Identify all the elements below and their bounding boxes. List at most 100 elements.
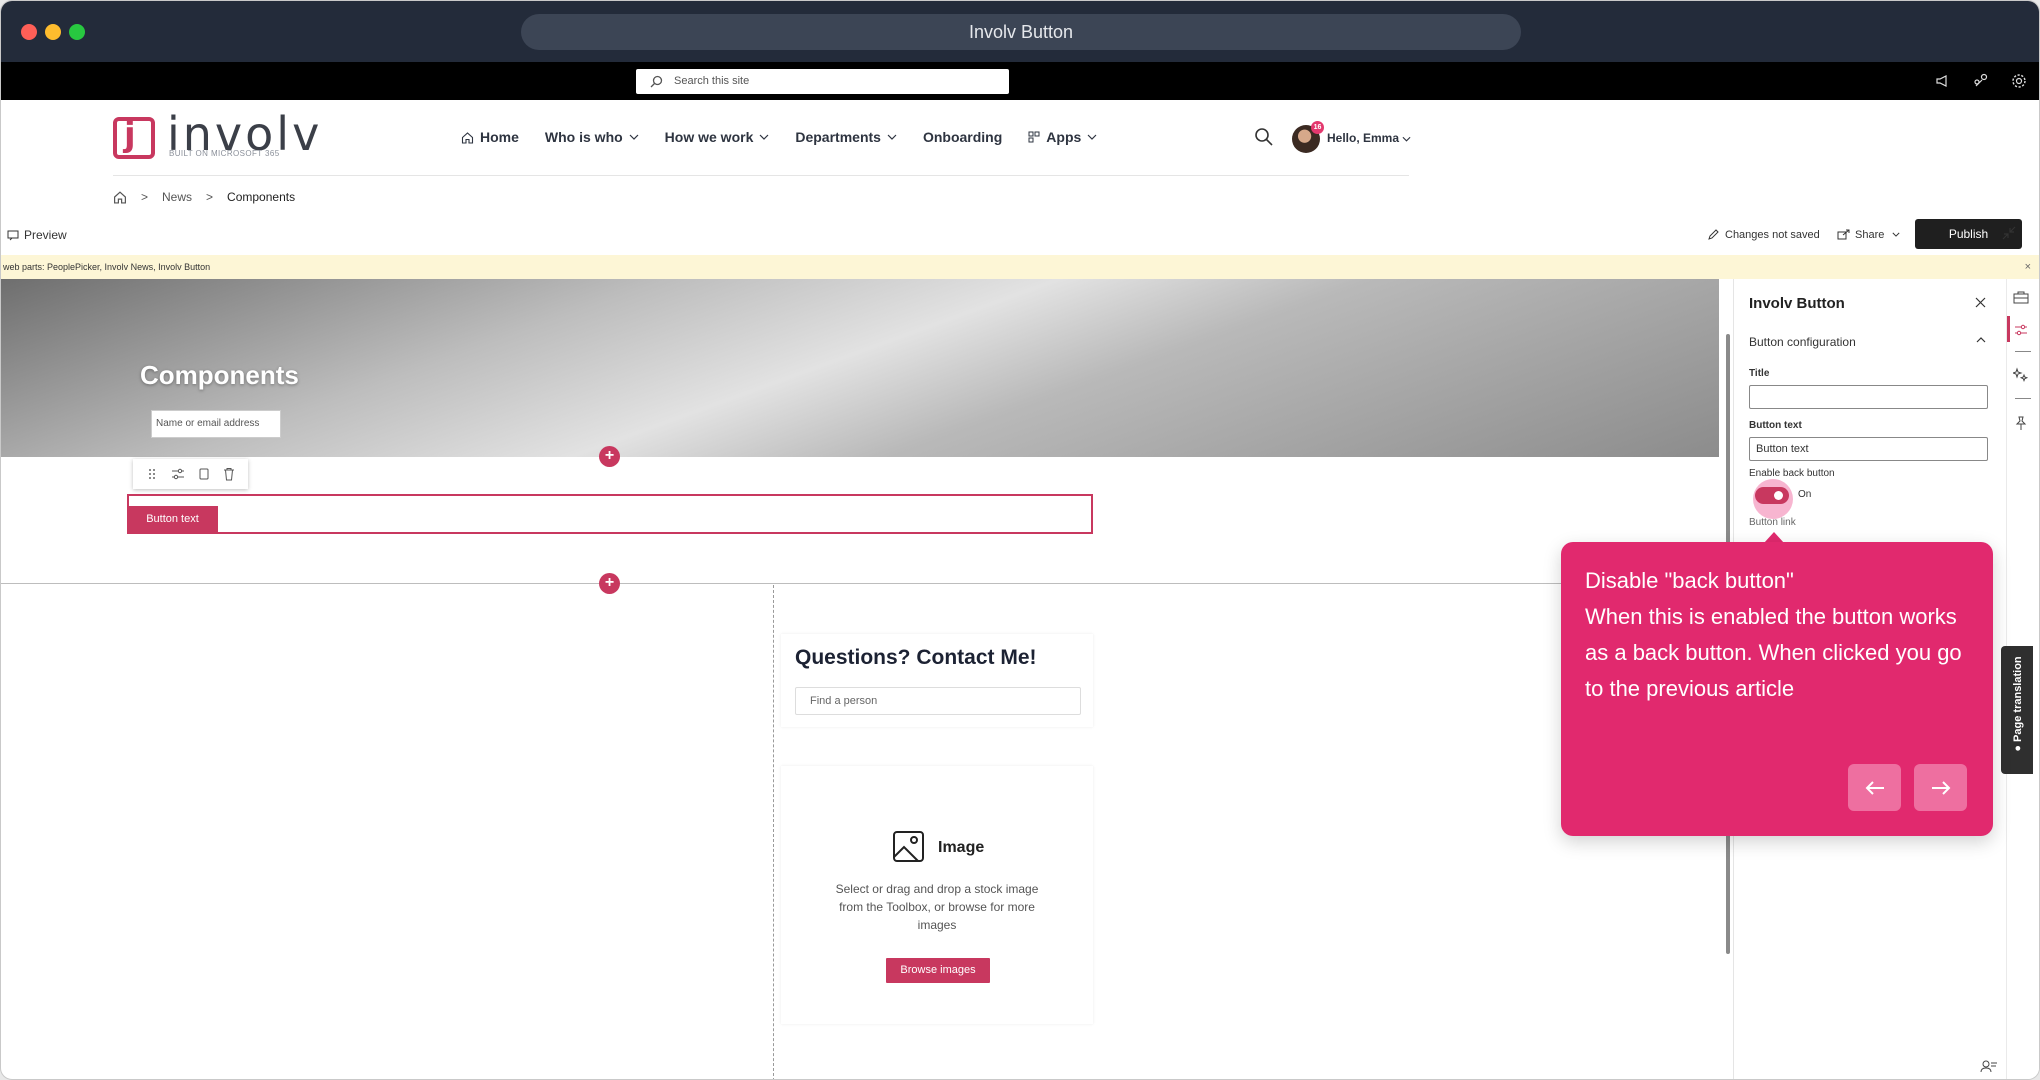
tooltip-next-button[interactable] [1914,764,1967,811]
tooltip-previous-button[interactable] [1848,764,1901,811]
chevron-down-icon [629,134,639,140]
find-person-input[interactable]: Find a person [795,687,1081,715]
warning-close-button[interactable]: × [2025,255,2031,279]
breadcrumb-separator: > [141,190,149,204]
duplicate-icon[interactable] [198,467,210,481]
people-picker-input[interactable]: Name or email address [151,410,281,438]
close-window-button[interactable] [21,24,37,40]
page-translation-text: Page translation [2012,656,2024,742]
enable-back-button-toggle[interactable] [1755,487,1789,504]
enable-back-button-label: Enable back button [1749,468,1835,479]
title-field-label: Title [1749,368,1770,379]
design-ideas-icon[interactable] [2013,367,2029,383]
pencil-icon [1708,229,1719,240]
feedback-icon[interactable] [1980,1059,1998,1073]
tooltip-text-line1: Disable "back button" [1585,568,1794,593]
page-title[interactable]: Components [140,360,299,391]
nav-item-departments[interactable]: Departments [795,129,897,145]
add-section-button[interactable]: + [599,573,620,594]
toolbox-icon[interactable] [2013,290,2029,304]
notification-badge: 16 [1311,121,1324,134]
title-bar: Involv Button [1,1,2039,62]
nav-item-apps[interactable]: Apps [1028,129,1097,145]
involv-button[interactable]: Button text [127,506,218,533]
button-webpart-frame[interactable] [127,494,1093,534]
toggle-knob [1774,491,1783,500]
image-icon [893,831,924,862]
section-divider [1,583,1561,584]
megaphone-icon[interactable] [1935,73,1951,89]
nav-label: Apps [1046,129,1082,145]
edit-properties-icon[interactable] [171,467,185,481]
home-icon [461,131,474,144]
image-webpart-title: Image [938,839,985,856]
globe-icon: ● [2012,745,2024,752]
button-text-field[interactable]: Button text [1749,437,1988,461]
nav-label: Who is who [544,129,623,145]
chevron-down-icon [887,134,897,140]
drag-handle-icon[interactable] [146,467,158,481]
breadcrumb-separator: > [206,190,214,204]
search-icon [650,75,663,88]
section-header-button-configuration[interactable]: Button configuration [1749,335,1856,349]
chevron-up-icon[interactable] [1976,337,1986,343]
header-search-icon[interactable] [1254,127,1274,147]
breadcrumb-components: Components [227,190,296,204]
save-status-label: Changes not saved [1725,228,1820,241]
suite-bar: Search this site [1,62,2039,100]
warning-text: web parts: PeoplePicker, Involv News, In… [3,262,211,272]
site-search-placeholder: Search this site [674,75,750,87]
browser-window: Involv Button Search this site j involv … [0,0,2040,1080]
pin-icon[interactable] [2013,415,2029,431]
add-section-button[interactable]: + [599,446,620,467]
nav-label: Departments [795,129,881,145]
maximize-window-button[interactable] [69,24,85,40]
button-link-label: Button link [1749,517,1796,528]
nav-label: Onboarding [922,129,1003,145]
webpart-toolbar [133,459,248,489]
breadcrumb-news[interactable]: News [162,190,192,204]
page-translation-label: ● Page translation [2012,649,2024,759]
share-icon [1837,229,1850,240]
settings-gear-icon[interactable] [2011,73,2027,89]
site-navigation: Home Who is who How we work Departments … [461,129,1123,145]
user-greeting-label: Hello, Emma [1327,131,1400,145]
share-connect-icon[interactable] [1973,73,1989,89]
browse-images-button[interactable]: Browse images [886,958,990,983]
nav-item-how-we-work[interactable]: How we work [665,129,770,145]
image-webpart-description: Select or drag and drop a stock image fr… [835,882,1039,932]
delete-icon[interactable] [223,467,235,481]
properties-icon[interactable] [2013,323,2029,337]
tooltip-text: Disable "back button" When this is enabl… [1585,563,1975,707]
home-icon[interactable] [113,190,127,204]
nav-label: Home [480,129,519,145]
apps-icon [1028,131,1040,143]
warning-bar: web parts: PeoplePicker, Involv News, In… [1,255,2039,279]
toggle-state-label: On [1798,489,1812,500]
nav-item-onboarding[interactable]: Onboarding [923,129,1002,145]
rail-separator [2015,351,2031,352]
chevron-down-icon [1087,134,1097,140]
header-divider [113,175,1409,176]
collapse-icon[interactable] [2001,225,2017,241]
tooltip-text-line2: When this is enabled the button works as… [1585,604,1962,701]
nav-item-home[interactable]: Home [461,129,519,145]
site-search-input[interactable]: Search this site [636,69,1009,94]
minimize-window-button[interactable] [45,24,61,40]
share-label: Share [1855,228,1885,241]
button-text-field-label: Button text [1749,420,1802,431]
contact-title: Questions? Contact Me! [795,646,1037,669]
user-greeting[interactable]: Hello, Emma [1327,131,1411,145]
preview-icon [7,230,19,240]
arrow-right-icon [1931,780,1950,795]
share-button[interactable]: Share [1837,228,1900,241]
rail-separator [2015,398,2031,399]
chevron-down-icon [1892,232,1900,237]
logo-glyph: j [124,115,136,155]
close-icon[interactable] [1975,297,1986,308]
window-title: Involv Button [521,14,1521,50]
chevron-down-icon [1402,136,1411,142]
title-field[interactable] [1749,385,1988,409]
preview-button[interactable]: Preview [7,228,67,242]
nav-item-who-is-who[interactable]: Who is who [545,129,639,145]
